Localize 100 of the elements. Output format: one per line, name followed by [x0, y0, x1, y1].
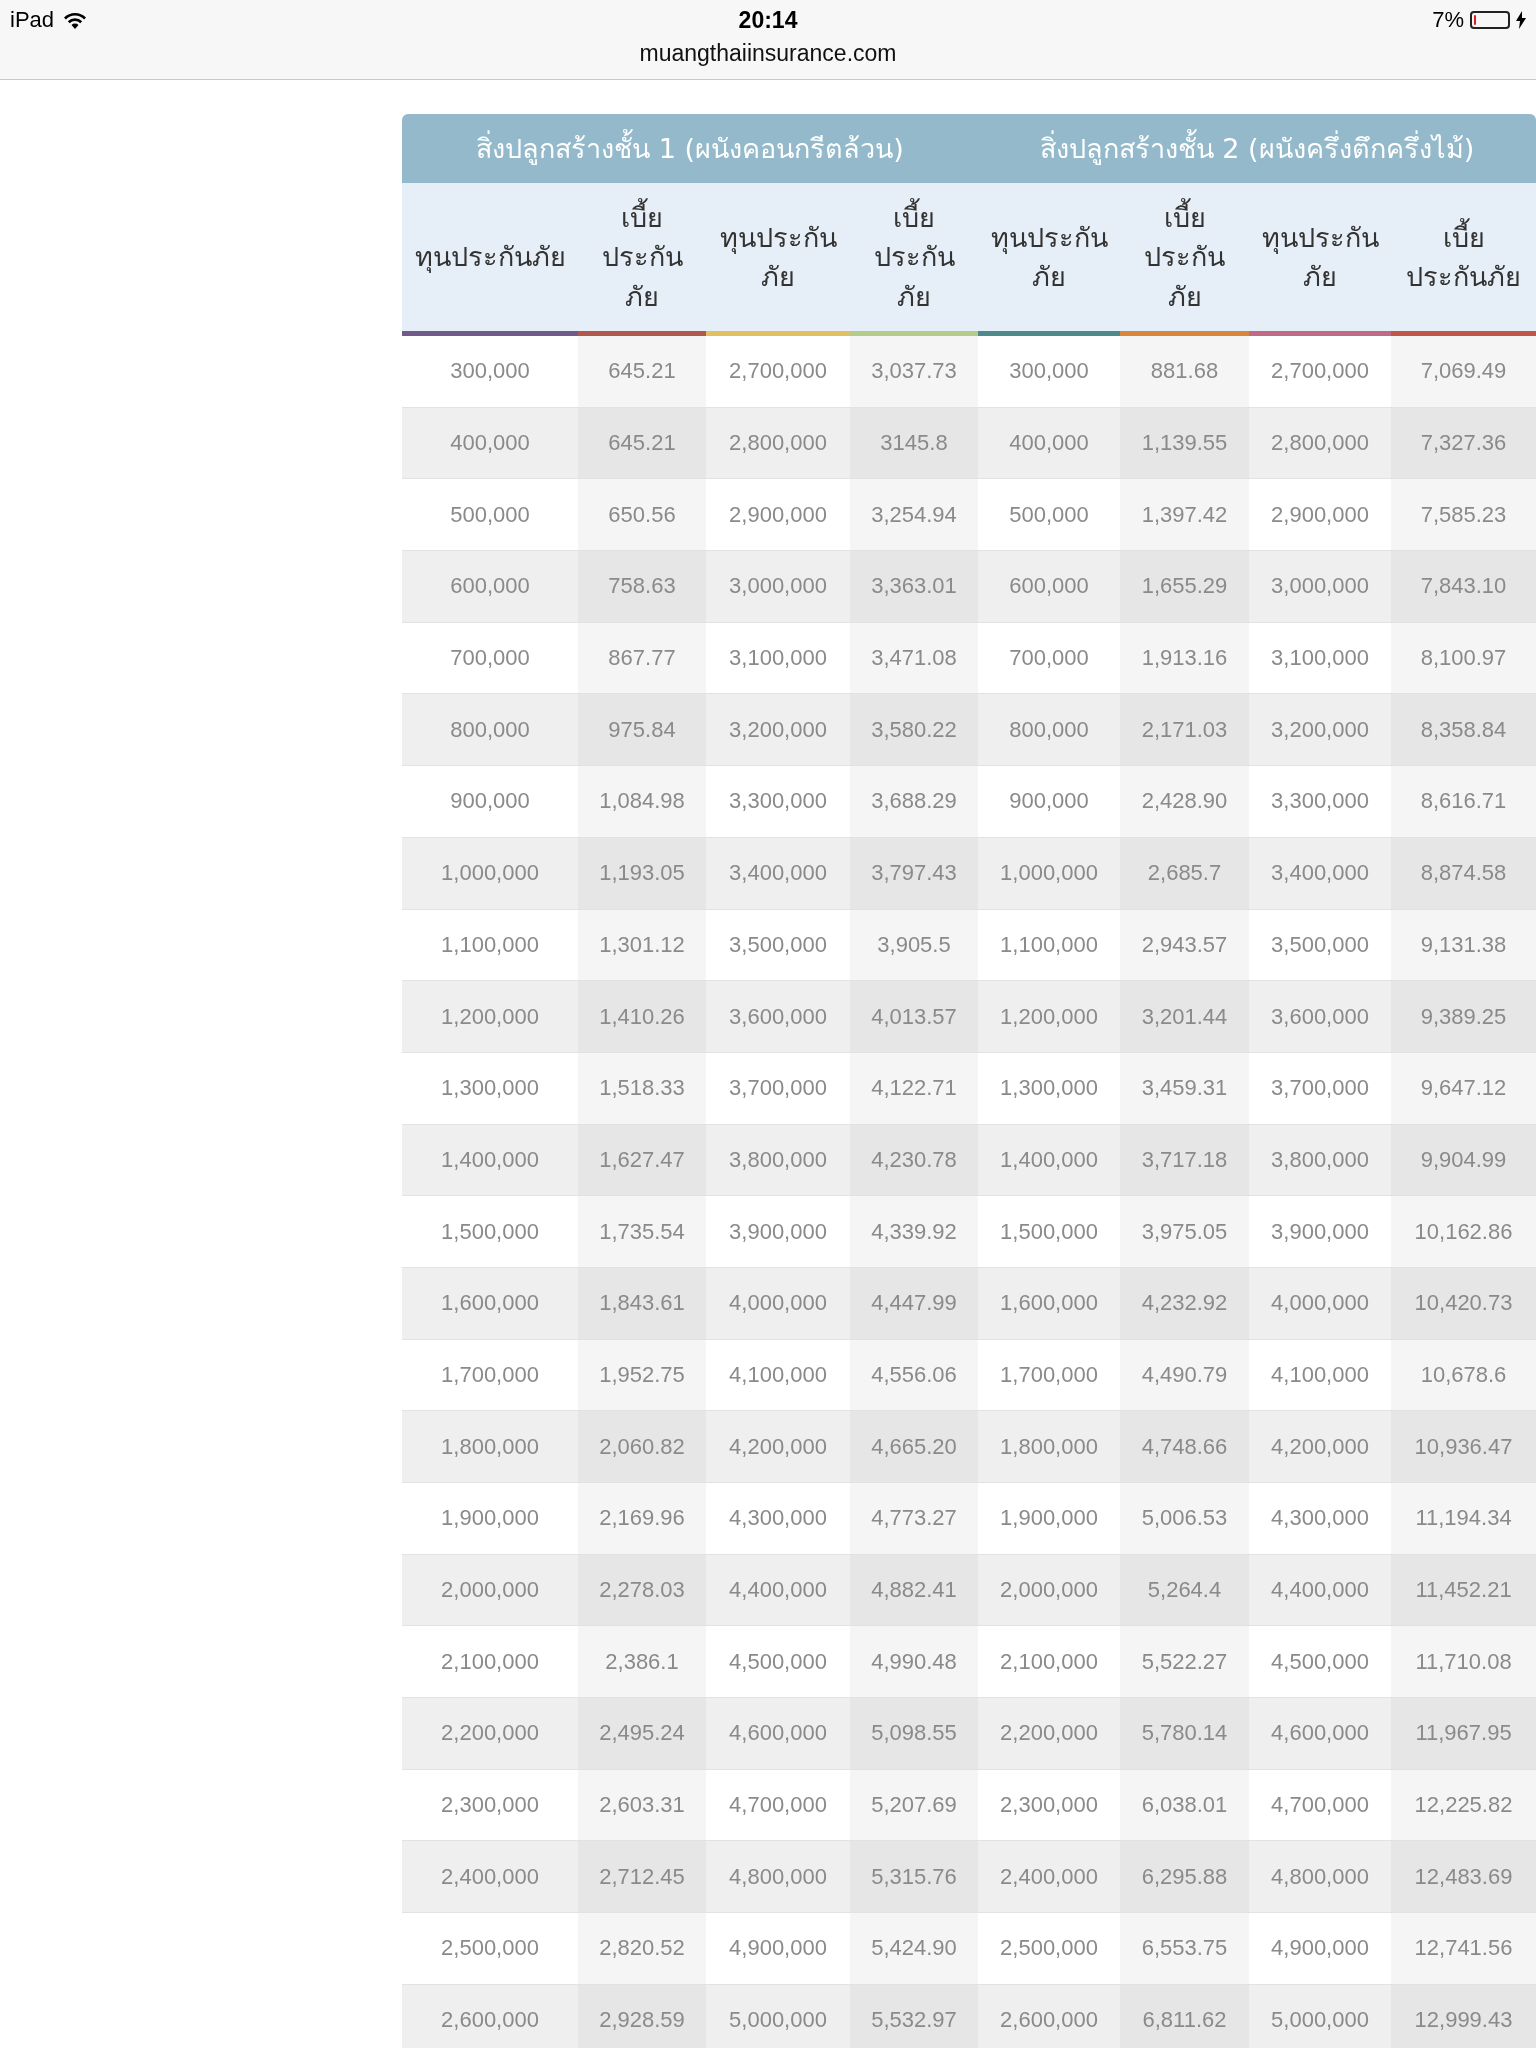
table-cell: 2,000,000: [978, 1554, 1120, 1626]
table-cell: 5,522.27: [1120, 1626, 1249, 1698]
table-cell: 4,800,000: [1249, 1841, 1391, 1913]
table-cell: 4,600,000: [1249, 1698, 1391, 1769]
table-cell: 3,797.43: [850, 837, 978, 909]
table-cell: 867.77: [578, 622, 706, 694]
table-cell: 8,358.84: [1391, 694, 1536, 766]
table-cell: 2,169.96: [578, 1483, 706, 1554]
table-cell: 9,389.25: [1391, 981, 1536, 1052]
table-cell: 8,100.97: [1391, 622, 1536, 694]
table-cell: 4,000,000: [706, 1267, 850, 1339]
table-cell: 2,943.57: [1120, 909, 1249, 981]
table-cell: 1,400,000: [402, 1124, 578, 1196]
table-cell: 1,600,000: [978, 1267, 1120, 1339]
table-cell: 5,315.76: [850, 1841, 978, 1913]
table-cell: 2,400,000: [978, 1841, 1120, 1913]
table-cell: 5,424.90: [850, 1913, 978, 1984]
table-cell: 4,400,000: [1249, 1554, 1391, 1626]
table-cell: 11,710.08: [1391, 1626, 1536, 1698]
table-cell: 4,556.06: [850, 1339, 978, 1411]
table-cell: 3,400,000: [706, 837, 850, 909]
table-cell: 975.84: [578, 694, 706, 766]
table-cell: 2,820.52: [578, 1913, 706, 1984]
table-cell: 5,264.4: [1120, 1554, 1249, 1626]
table-cell: 3,688.29: [850, 766, 978, 837]
table-cell: 1,410.26: [578, 981, 706, 1052]
table-cell: 12,483.69: [1391, 1841, 1536, 1913]
table-cell: 1,800,000: [402, 1411, 578, 1482]
table-cell: 5,000,000: [1249, 1984, 1391, 2048]
table-cell: 1,843.61: [578, 1267, 706, 1339]
table-cell: 3,580.22: [850, 694, 978, 766]
table-cell: 4,447.99: [850, 1267, 978, 1339]
table-cell: 4,122.71: [850, 1052, 978, 1124]
table-cell: 3,459.31: [1120, 1052, 1249, 1124]
table-cell: 3145.8: [850, 407, 978, 479]
table-cell: 3,600,000: [1249, 981, 1391, 1052]
table-cell: 10,678.6: [1391, 1339, 1536, 1411]
table-cell: 3,600,000: [706, 981, 850, 1052]
table-cell: 600,000: [402, 551, 578, 622]
table-cell: 4,200,000: [706, 1411, 850, 1482]
table-cell: 10,420.73: [1391, 1267, 1536, 1339]
table-cell: 650.56: [578, 479, 706, 551]
table-cell: 645.21: [578, 407, 706, 479]
table-cell: 1,084.98: [578, 766, 706, 837]
table-cell: 4,773.27: [850, 1483, 978, 1554]
charging-icon: [1516, 11, 1526, 29]
table-cell: 10,162.86: [1391, 1196, 1536, 1267]
table-cell: 3,201.44: [1120, 981, 1249, 1052]
status-time: 20:14: [738, 6, 798, 34]
table-cell: 12,225.82: [1391, 1769, 1536, 1841]
table-cell: 1,200,000: [402, 981, 578, 1052]
table-cell: 2,600,000: [402, 1984, 578, 2048]
table-cell: 1,800,000: [978, 1411, 1120, 1482]
table-cell: 2,060.82: [578, 1411, 706, 1482]
table-cell: 3,200,000: [706, 694, 850, 766]
table-cell: 7,843.10: [1391, 551, 1536, 622]
table-cell: 3,400,000: [1249, 837, 1391, 909]
table-cell: 4,339.92: [850, 1196, 978, 1267]
table-cell: 1,000,000: [402, 837, 578, 909]
table-cell: 2,928.59: [578, 1984, 706, 2048]
table-cell: 2,685.7: [1120, 837, 1249, 909]
table-cell: 4,200,000: [1249, 1411, 1391, 1482]
table-cell: 10,936.47: [1391, 1411, 1536, 1482]
table-cell: 600,000: [978, 551, 1120, 622]
table-cell: 645.21: [578, 336, 706, 407]
table-cell: 800,000: [402, 694, 578, 766]
table-cell: 6,295.88: [1120, 1841, 1249, 1913]
table-cell: 6,038.01: [1120, 1769, 1249, 1841]
table-cell: 4,232.92: [1120, 1267, 1249, 1339]
table-cell: 6,553.75: [1120, 1913, 1249, 1984]
table-cell: 3,037.73: [850, 336, 978, 407]
table-cell: 5,207.69: [850, 1769, 978, 1841]
table-cell: 7,327.36: [1391, 407, 1536, 479]
table-cell: 3,471.08: [850, 622, 978, 694]
page-url[interactable]: muangthaiinsurance.com: [639, 40, 897, 66]
table-cell: 4,490.79: [1120, 1339, 1249, 1411]
table-cell: 9,904.99: [1391, 1124, 1536, 1196]
table-cell: 1,655.29: [1120, 551, 1249, 622]
table-cell: 4,600,000: [706, 1698, 850, 1769]
table-cell: 4,990.48: [850, 1626, 978, 1698]
table-cell: 12,999.43: [1391, 1984, 1536, 2048]
table-cell: 1,518.33: [578, 1052, 706, 1124]
table-cell: 1,913.16: [1120, 622, 1249, 694]
table-cell: 5,532.97: [850, 1984, 978, 2048]
table-cell: 1,600,000: [402, 1267, 578, 1339]
table-cell: 9,647.12: [1391, 1052, 1536, 1124]
table-cell: 2,386.1: [578, 1626, 706, 1698]
table-cell: 5,098.55: [850, 1698, 978, 1769]
table-cell: 2,428.90: [1120, 766, 1249, 837]
table-cell: 1,200,000: [978, 981, 1120, 1052]
table-cell: 11,452.21: [1391, 1554, 1536, 1626]
table-cell: 3,200,000: [1249, 694, 1391, 766]
table-cell: 1,397.42: [1120, 479, 1249, 551]
table-cell: 800,000: [978, 694, 1120, 766]
table-cell: 2,200,000: [978, 1698, 1120, 1769]
table-cell: 3,800,000: [706, 1124, 850, 1196]
table-cell: 1,193.05: [578, 837, 706, 909]
battery-percentage: 7%: [1432, 7, 1464, 33]
table-cell: 2,400,000: [402, 1841, 578, 1913]
table-cell: 4,748.66: [1120, 1411, 1249, 1482]
